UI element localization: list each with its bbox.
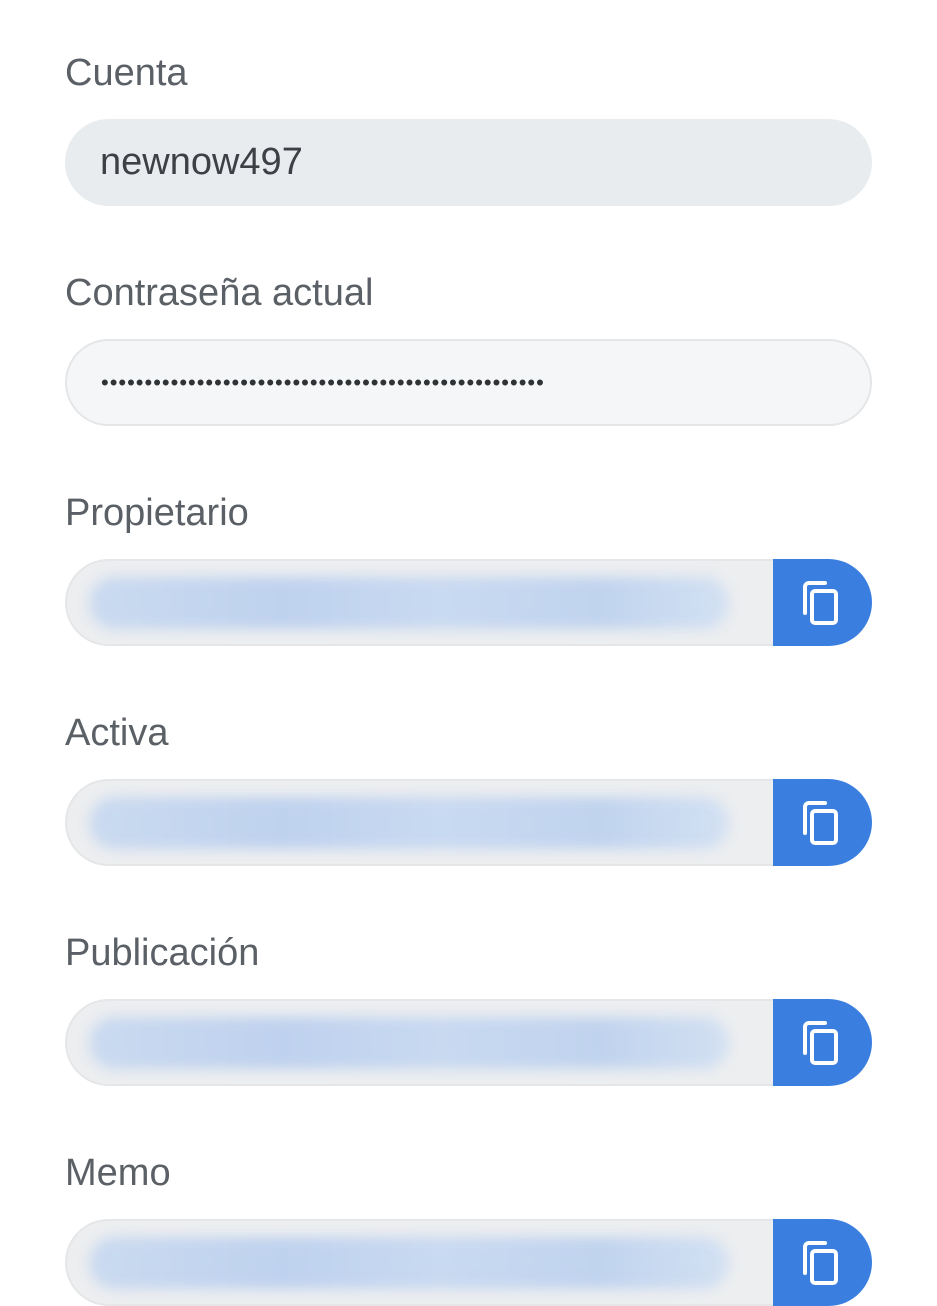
account-label: Cuenta — [65, 52, 188, 94]
memo-key-label: Memo — [65, 1152, 171, 1194]
posting-key-field: Publicación — [65, 930, 872, 1086]
posting-key-input[interactable] — [65, 999, 773, 1086]
account-keys-form: Cuenta newnow497 Contraseña actual •••••… — [65, 50, 872, 1306]
current-password-label: Contraseña actual — [65, 272, 374, 314]
active-key-row — [65, 779, 872, 866]
memo-key-redacted — [89, 1236, 729, 1289]
memo-copy-button[interactable] — [773, 1219, 872, 1306]
owner-key-redacted — [89, 576, 729, 629]
memo-key-input[interactable] — [65, 1219, 773, 1306]
active-key-field: Activa — [65, 710, 872, 866]
memo-key-field: Memo — [65, 1150, 872, 1306]
active-key-label: Activa — [65, 712, 169, 754]
account-input[interactable]: newnow497 — [65, 119, 872, 206]
owner-copy-button[interactable] — [773, 559, 872, 646]
active-key-redacted — [89, 796, 729, 849]
posting-key-row — [65, 999, 872, 1086]
current-password-input[interactable]: ••••••••••••••••••••••••••••••••••••••••… — [65, 339, 872, 426]
owner-key-input[interactable] — [65, 559, 773, 646]
owner-key-field: Propietario — [65, 490, 872, 646]
copy-icon — [802, 580, 838, 625]
posting-key-redacted — [89, 1016, 729, 1069]
owner-key-label: Propietario — [65, 492, 249, 534]
memo-key-row — [65, 1219, 872, 1306]
active-copy-button[interactable] — [773, 779, 872, 866]
owner-key-row — [65, 559, 872, 646]
active-key-input[interactable] — [65, 779, 773, 866]
posting-copy-button[interactable] — [773, 999, 872, 1086]
copy-icon — [802, 1020, 838, 1065]
current-password-field: Contraseña actual ••••••••••••••••••••••… — [65, 270, 872, 426]
copy-icon — [802, 1240, 838, 1285]
posting-key-label: Publicación — [65, 932, 260, 974]
account-field: Cuenta newnow497 — [65, 50, 872, 206]
copy-icon — [802, 800, 838, 845]
